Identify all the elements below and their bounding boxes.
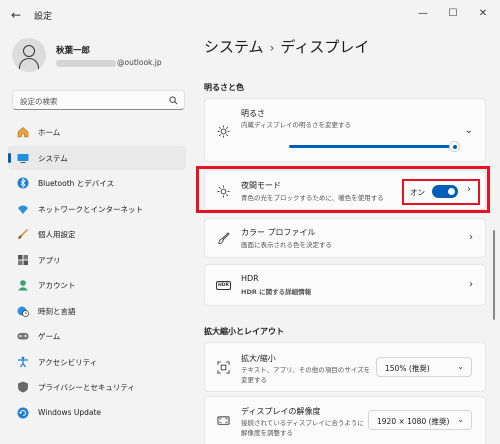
night-light-chevron-right-icon[interactable]: › — [467, 184, 471, 195]
brightness-card: 明るさ 内蔵ディスプレイの明るさを変更する ⌄ — [204, 98, 486, 162]
brightness-sun-icon — [217, 125, 230, 138]
gamepad-icon — [17, 333, 29, 340]
chevron-down-icon: ⌄ — [457, 362, 464, 371]
sidebar-nav: ホーム システム Bluetooth とデバイス ネットワークとインターネット … — [8, 120, 186, 426]
app-title: 設定 — [34, 12, 53, 22]
chevron-right-icon[interactable]: › — [469, 279, 473, 290]
scrollbar[interactable] — [493, 230, 495, 320]
sidebar-item-windows-update[interactable]: Windows Update — [8, 401, 186, 425]
title-bar: ← 設定 — ☐ ✕ — [0, 0, 500, 30]
resolution-title: ディスプレイの解像度 — [241, 407, 321, 416]
wifi-icon — [18, 205, 28, 214]
sidebar-item-home[interactable]: ホーム — [8, 120, 186, 144]
hdr-icon: HDR — [216, 281, 231, 290]
color-profile-brush-icon — [218, 232, 230, 245]
resolution-subtitle-line1: 接続されているディスプレイに合うように — [241, 419, 364, 427]
brush-icon — [18, 229, 28, 239]
update-icon — [17, 407, 29, 418]
sidebar-item-network[interactable]: ネットワークとインターネット — [8, 197, 186, 221]
system-icon — [17, 153, 29, 163]
resolution-selected-value: 1920 × 1080 (推奨) — [377, 417, 450, 426]
apps-icon — [18, 254, 28, 265]
accessibility-icon — [18, 356, 28, 367]
scale-subtitle-line1: テキスト、アプリ、その他の項目のサイズを — [241, 366, 371, 374]
color-profile-subtitle: 画面に表示される色を決定する — [241, 241, 332, 249]
sidebar-item-bluetooth[interactable]: Bluetooth とデバイス — [8, 171, 186, 195]
search-placeholder: 設定の検索 — [20, 97, 58, 106]
scale-dropdown[interactable]: 150% (推奨) ⌄ — [376, 357, 472, 377]
section-heading-brightness-color: 明るさと色 — [204, 83, 244, 92]
user-email: @outlook.jp — [56, 58, 162, 67]
section-heading-scale-layout: 拡大縮小とレイアウト — [204, 327, 284, 336]
resolution-icon — [217, 416, 230, 425]
brightness-slider-thumb[interactable] — [449, 141, 460, 152]
sidebar-item-accessibility[interactable]: アクセシビリティ — [8, 350, 186, 374]
sidebar-item-accounts[interactable]: アカウント — [8, 273, 186, 297]
bluetooth-icon — [17, 177, 29, 189]
account-icon — [18, 280, 28, 291]
night-light-toggle[interactable] — [432, 185, 458, 198]
breadcrumb-parent[interactable]: システム — [204, 38, 264, 56]
brightness-slider-track[interactable] — [289, 145, 455, 148]
sidebar-item-personalization[interactable]: 個人用設定 — [8, 222, 186, 246]
search-icon — [169, 96, 178, 105]
scale-icon — [217, 361, 230, 374]
hdr-card[interactable]: HDR HDR HDR に関する詳細情報 › — [204, 264, 486, 306]
resolution-subtitle-line2: 解像度を調整する — [241, 429, 293, 437]
home-icon — [17, 127, 29, 138]
hdr-learn-more-link[interactable]: HDR に関する詳細情報 — [241, 287, 311, 297]
redacted-email — [56, 59, 116, 67]
breadcrumb-separator: › — [269, 41, 275, 55]
sidebar-item-gaming[interactable]: ゲーム — [8, 324, 186, 348]
scale-selected-value: 150% (推奨) — [385, 364, 430, 373]
sidebar-item-system[interactable]: システム — [8, 145, 186, 170]
chevron-right-icon[interactable]: › — [469, 232, 473, 243]
color-profile-card[interactable]: カラー プロファイル 画面に表示される色を決定する › — [204, 218, 486, 258]
color-profile-title: カラー プロファイル — [241, 228, 316, 237]
chevron-down-icon: ⌄ — [457, 415, 464, 424]
night-light-toggle-label: オン — [410, 188, 425, 197]
resolution-dropdown[interactable]: 1920 × 1080 (推奨) ⌄ — [368, 410, 472, 430]
sidebar-item-privacy[interactable]: プライバシーとセキュリティ — [8, 375, 186, 399]
hdr-title: HDR — [241, 274, 259, 283]
close-button[interactable]: ✕ — [470, 4, 496, 24]
chevron-down-icon[interactable]: ⌄ — [465, 125, 473, 136]
breadcrumb-current: ディスプレイ — [280, 38, 370, 56]
user-name: 秋葉一郎 — [56, 46, 91, 56]
breadcrumb: システム › ディスプレイ — [204, 36, 369, 57]
settings-window: ← 設定 — ☐ ✕ 秋葉一郎 @outlook.jp 設定の検索 ホーム シス… — [0, 0, 500, 444]
back-arrow-icon[interactable]: ← — [8, 7, 24, 23]
search-input[interactable]: 設定の検索 — [12, 90, 185, 110]
brightness-subtitle: 内蔵ディスプレイの明るさを変更する — [241, 121, 352, 129]
minimize-button[interactable]: — — [410, 4, 436, 24]
avatar[interactable] — [12, 38, 46, 72]
shield-icon — [18, 381, 28, 393]
maximize-button[interactable]: ☐ — [440, 4, 466, 24]
scale-title: 拡大/縮小 — [241, 354, 276, 363]
brightness-title: 明るさ — [241, 109, 265, 118]
globe-clock-icon — [17, 306, 29, 317]
sidebar-item-apps[interactable]: アプリ — [8, 248, 186, 272]
scale-subtitle-line2: 変更する — [241, 376, 267, 384]
sidebar-item-time-language[interactable]: 時刻と言語 — [8, 299, 186, 323]
